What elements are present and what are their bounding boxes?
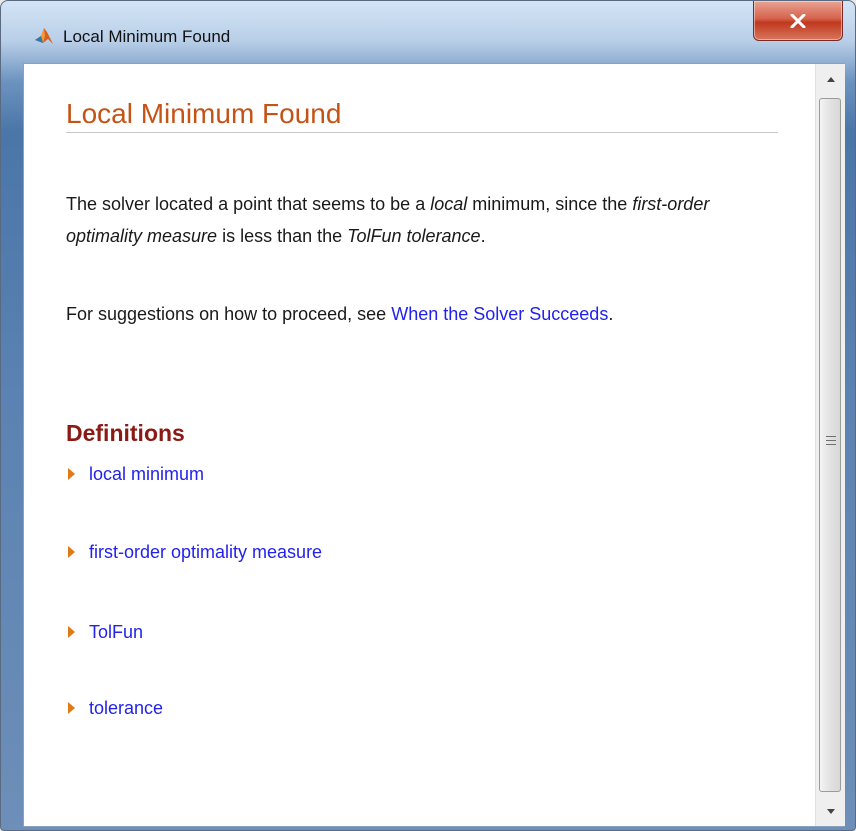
vertical-scrollbar[interactable] xyxy=(815,64,845,826)
scroll-down-button[interactable] xyxy=(816,796,845,826)
close-button[interactable] xyxy=(753,1,843,41)
expand-arrow-icon[interactable] xyxy=(68,702,75,714)
expand-arrow-icon[interactable] xyxy=(68,546,75,558)
scroll-up-button[interactable] xyxy=(816,64,845,94)
definition-link[interactable]: tolerance xyxy=(89,698,163,719)
suggestions-text: For suggestions on how to proceed, see W… xyxy=(66,304,614,324)
definition-local-minimum[interactable]: local minimum xyxy=(68,462,204,486)
arrow-down-icon xyxy=(826,808,835,814)
expand-arrow-icon[interactable] xyxy=(68,626,75,638)
definition-tolerance[interactable]: tolerance xyxy=(68,696,163,720)
definitions-heading: Definitions xyxy=(66,420,185,446)
definition-link[interactable]: TolFun xyxy=(89,622,143,643)
result-description: The solver located a point that seems to… xyxy=(66,194,710,246)
content-panel: Local Minimum Found The solver located a… xyxy=(23,63,845,827)
title-bar[interactable]: Local Minimum Found xyxy=(1,1,855,69)
arrow-up-icon xyxy=(826,76,835,82)
close-icon xyxy=(790,13,806,28)
expand-arrow-icon[interactable] xyxy=(68,468,75,480)
definition-tolfun[interactable]: TolFun xyxy=(68,620,143,644)
definition-link[interactable]: first-order optimality measure xyxy=(89,542,322,563)
window-title: Local Minimum Found xyxy=(63,27,231,46)
dialog-window: Local Minimum Found Local Minimum Found … xyxy=(0,0,856,831)
matlab-logo-icon xyxy=(34,27,54,45)
help-content: Local Minimum Found The solver located a… xyxy=(24,64,814,826)
title-divider xyxy=(66,132,778,133)
definition-first-order-optimality[interactable]: first-order optimality measure xyxy=(68,540,322,564)
when-solver-succeeds-link[interactable]: When the Solver Succeeds xyxy=(391,304,608,324)
definition-link[interactable]: local minimum xyxy=(89,464,204,485)
page-title: Local Minimum Found xyxy=(66,98,342,129)
grip-icon xyxy=(826,436,836,445)
scroll-thumb[interactable] xyxy=(819,98,841,792)
